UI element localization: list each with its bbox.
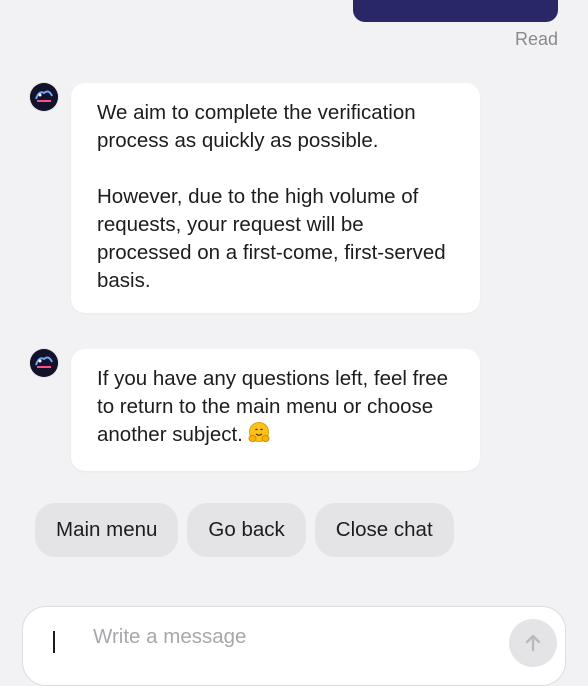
message-paragraph: However, due to the high volume of reque… — [97, 185, 446, 292]
quick-replies: Main menu Go back Close chat — [35, 503, 454, 557]
message-composer — [22, 606, 566, 686]
casino-logo-icon — [30, 83, 58, 111]
read-status: Read — [514, 29, 558, 49]
bot-avatar — [30, 349, 58, 377]
text-caret — [53, 631, 55, 653]
message-input[interactable] — [93, 625, 473, 649]
bot-message-bubble: If you have any questions left, feel fre… — [71, 349, 480, 471]
user-message-bubble — [353, 0, 558, 22]
bot-message-bubble: We aim to complete the verification proc… — [71, 83, 480, 313]
casino-logo-icon — [30, 349, 58, 377]
send-arrow-icon — [525, 634, 541, 652]
close-chat-button[interactable]: Close chat — [314, 503, 454, 557]
go-back-button[interactable]: Go back — [187, 503, 306, 557]
main-menu-button[interactable]: Main menu — [35, 503, 179, 557]
message-paragraph: If you have any questions left, feel fre… — [97, 365, 454, 453]
message-paragraph: We aim to complete the verification proc… — [97, 101, 416, 152]
bot-avatar — [30, 83, 58, 111]
hugging-face-emoji-icon — [247, 421, 271, 453]
send-button[interactable] — [509, 619, 557, 667]
message-text: If you have any questions left, feel fre… — [97, 367, 448, 446]
